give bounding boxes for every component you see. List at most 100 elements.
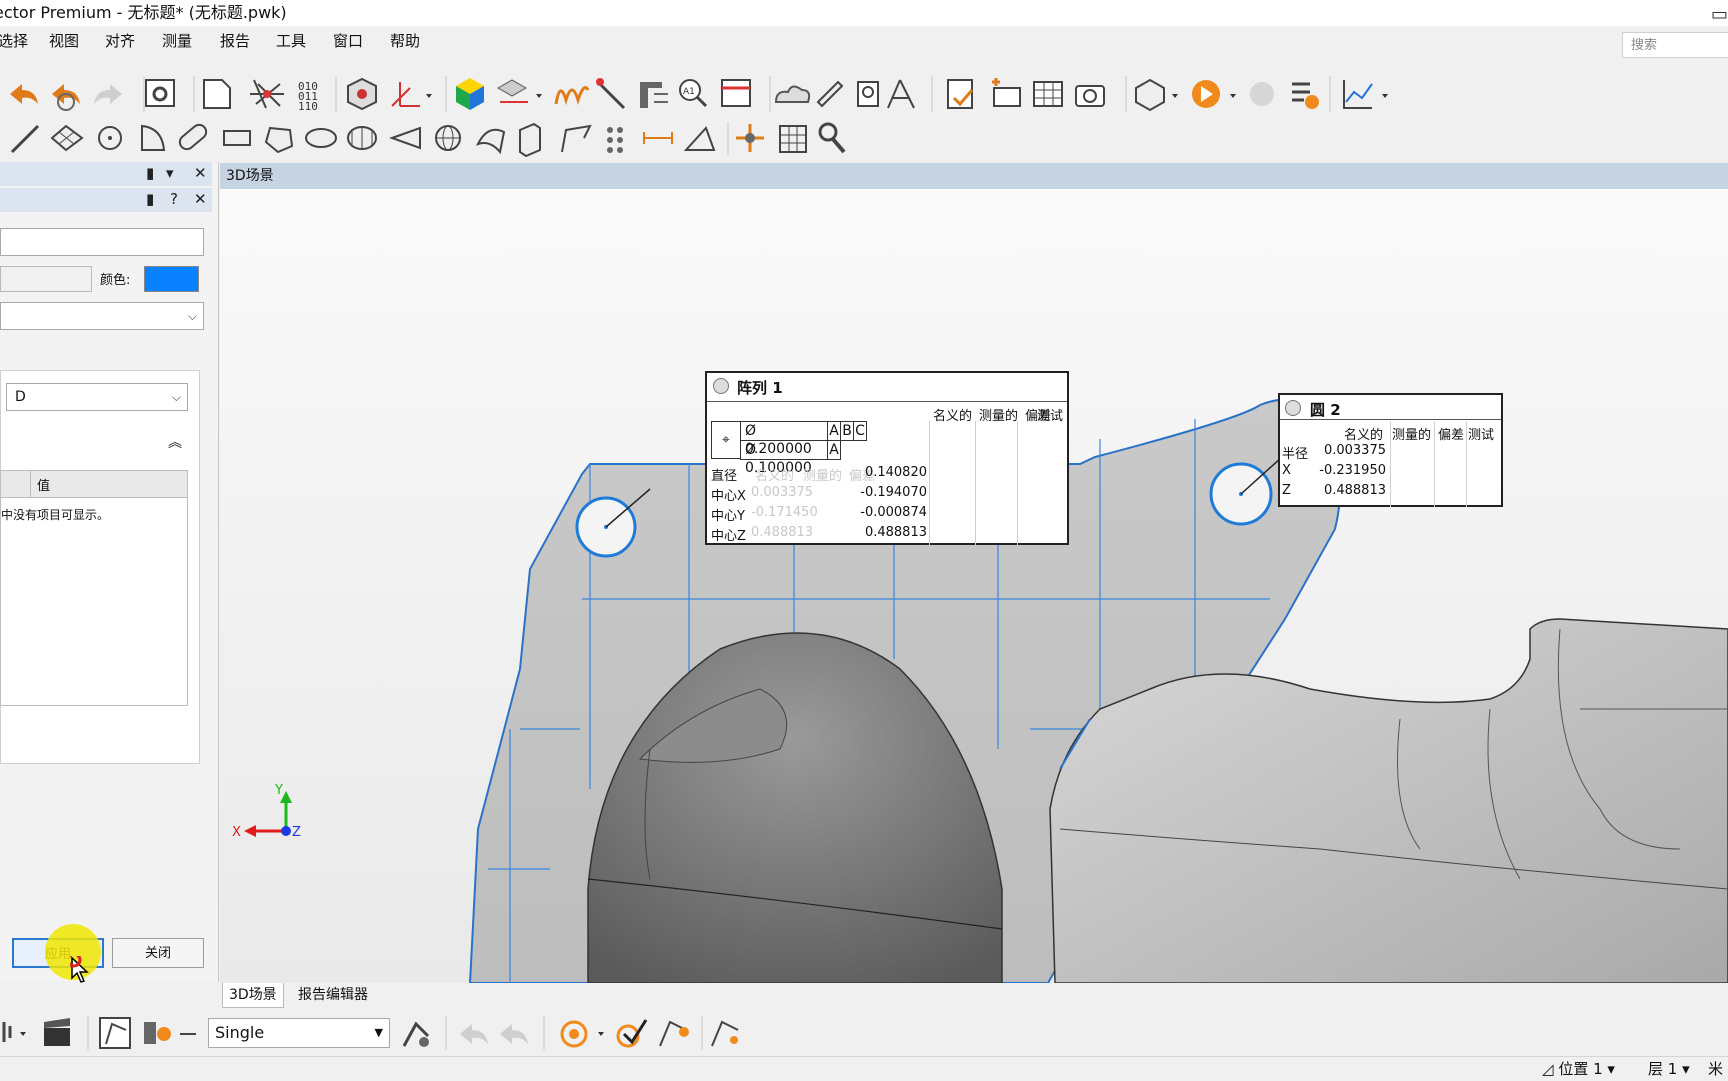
line-icon[interactable] xyxy=(10,124,40,154)
circle-icon[interactable] xyxy=(98,126,122,150)
new-page-icon[interactable] xyxy=(203,79,231,109)
point-array-icon[interactable] xyxy=(607,127,623,153)
binary-icon[interactable]: 010011110 xyxy=(298,80,318,113)
pin-icon[interactable]: ▮ xyxy=(146,190,154,208)
name-field[interactable] xyxy=(0,228,204,256)
help-icon[interactable]: ? xyxy=(170,190,178,208)
scan-settings-icon[interactable] xyxy=(402,1021,430,1047)
circle-2-callout[interactable]: 圆 2 名义的 测量的 偏差 测试 半径 0.003375 X -0.23195… xyxy=(1278,393,1503,507)
cylinder-icon[interactable] xyxy=(347,126,377,150)
probe-tip-icon[interactable] xyxy=(144,1022,196,1044)
redo-icon[interactable] xyxy=(94,84,122,104)
grid-label-icon[interactable] xyxy=(721,79,751,107)
polygon-icon[interactable] xyxy=(264,126,294,154)
pen-measure-icon[interactable] xyxy=(816,80,844,108)
mode-select[interactable]: Single ▼ xyxy=(208,1018,390,1048)
menu-measure[interactable]: 测量 xyxy=(162,26,192,56)
options-icon[interactable] xyxy=(145,79,175,107)
3d-scene[interactable]: Y X Z 阵列 1 名义的 测量的 偏差 测试 ⌖ Ø 0.200000 A … xyxy=(220,189,1728,983)
cloud-icon[interactable] xyxy=(774,85,811,103)
zoom-label-icon[interactable]: A1 xyxy=(679,79,708,108)
menu-tools[interactable]: 工具 xyxy=(276,26,306,56)
bottom-undo-icon[interactable] xyxy=(460,1024,488,1044)
wrench-settings-icon[interactable] xyxy=(818,122,846,154)
hand-measure-icon[interactable] xyxy=(857,81,879,107)
axis-align-icon[interactable] xyxy=(391,82,432,107)
axis-z-label: Z xyxy=(292,825,301,840)
ellipse-icon[interactable] xyxy=(305,128,337,148)
array-callout[interactable]: 阵列 1 名义的 测量的 偏差 测试 ⌖ Ø 0.200000 A B C Ø … xyxy=(705,371,1069,545)
bottom-undo-all-icon[interactable] xyxy=(500,1024,528,1044)
target-points-icon[interactable] xyxy=(560,1020,604,1048)
menu-align[interactable]: 对齐 xyxy=(105,26,135,56)
menu-help[interactable]: 帮助 xyxy=(390,26,420,56)
undo-icon[interactable] xyxy=(10,84,38,104)
datum-select[interactable]: D ⌵ xyxy=(6,383,188,411)
arm-icon[interactable] xyxy=(99,1017,131,1049)
freeform-icon[interactable] xyxy=(476,128,506,155)
chart-icon[interactable] xyxy=(1343,80,1388,109)
device-icon[interactable] xyxy=(2,1022,26,1042)
compass-icon[interactable] xyxy=(887,79,915,109)
distance-icon[interactable] xyxy=(643,132,673,144)
ghost-center-z: 0.488813 xyxy=(751,525,814,540)
pin-icon[interactable]: ▮ xyxy=(146,164,154,182)
caliper-icon[interactable] xyxy=(640,82,668,108)
checklist-icon[interactable] xyxy=(947,79,974,109)
header-nominal: 名义的 xyxy=(933,409,973,424)
report-export-icon[interactable] xyxy=(1135,78,1178,112)
part-model[interactable] xyxy=(220,189,1728,983)
arc-icon[interactable] xyxy=(141,124,166,151)
search-input[interactable]: 搜索 xyxy=(1622,32,1728,58)
color-cube-icon[interactable] xyxy=(456,78,484,110)
tab-3d-scene[interactable]: 3D场景 xyxy=(222,983,284,1008)
play-icon[interactable] xyxy=(1192,80,1236,108)
reference-select[interactable]: ⌵ xyxy=(0,302,204,330)
menu-select[interactable]: 选择 xyxy=(0,26,28,56)
sphere-icon[interactable] xyxy=(435,125,461,151)
layer-status[interactable]: 层 1 ▾ xyxy=(1648,1057,1690,1081)
color-swatch[interactable] xyxy=(144,266,199,292)
datum-select-value: D xyxy=(15,389,26,405)
collapse-icon[interactable]: ︽ xyxy=(168,432,182,452)
camera-icon[interactable] xyxy=(1075,85,1105,107)
chevron-down-icon: ▼ xyxy=(374,1026,383,1039)
cross-section-icon[interactable] xyxy=(736,124,764,152)
slot-icon[interactable] xyxy=(177,122,209,152)
type-field[interactable] xyxy=(0,266,92,292)
table-icon[interactable] xyxy=(1033,81,1063,107)
box-icon[interactable] xyxy=(519,122,541,158)
arm-home-icon[interactable] xyxy=(711,1020,739,1047)
polyline-icon[interactable] xyxy=(561,124,592,153)
arm-target-icon[interactable] xyxy=(659,1020,689,1047)
menu-view[interactable]: 视图 xyxy=(49,26,79,56)
wave-icon[interactable] xyxy=(554,86,590,106)
maximize-icon[interactable]: ▭ xyxy=(1711,2,1728,28)
camera-plus-icon[interactable] xyxy=(992,78,1021,107)
menu-report[interactable]: 报告 xyxy=(220,26,250,56)
row-label-diameter: 直径 xyxy=(711,469,738,484)
close-button[interactable]: 关闭 xyxy=(112,938,204,968)
probe-icon[interactable] xyxy=(596,78,626,110)
surface-deviation-icon[interactable] xyxy=(496,79,542,103)
tab-report-editor[interactable]: 报告编辑器 xyxy=(292,983,374,1007)
menu-window[interactable]: 窗口 xyxy=(333,26,363,56)
plane-icon[interactable] xyxy=(50,124,84,152)
cone-icon[interactable] xyxy=(389,126,421,150)
target-check-icon[interactable] xyxy=(616,1019,648,1048)
close-icon[interactable]: ✕ xyxy=(194,164,207,182)
cube-settings-icon[interactable] xyxy=(347,77,377,111)
fcf-datum-a-2: A xyxy=(827,440,841,460)
hand-icon[interactable] xyxy=(1250,82,1274,106)
undo-all-icon[interactable] xyxy=(52,84,80,111)
angle-icon[interactable] xyxy=(683,126,716,151)
unit-status[interactable]: 米 xyxy=(1708,1057,1723,1081)
list-play-icon[interactable] xyxy=(1292,82,1319,109)
dropdown-icon[interactable]: ▾ xyxy=(166,164,174,182)
rect-slot-icon[interactable] xyxy=(223,130,251,146)
close-icon[interactable]: ✕ xyxy=(194,190,207,208)
grid-point-icon[interactable] xyxy=(779,125,807,153)
clapper-icon[interactable] xyxy=(44,1018,70,1046)
position-status[interactable]: ◿ 位置 1 ▾ xyxy=(1542,1057,1615,1081)
explode-icon[interactable] xyxy=(250,79,284,109)
